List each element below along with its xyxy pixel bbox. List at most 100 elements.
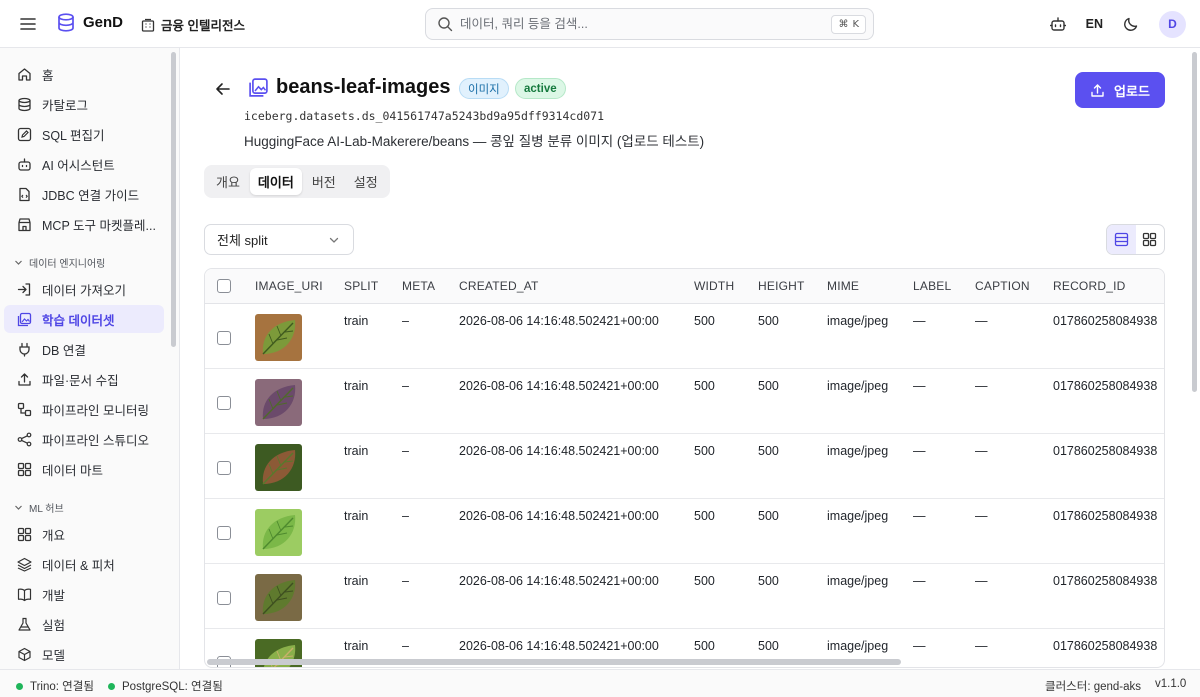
sidebar-item-experiments[interactable]: 실험	[4, 610, 164, 638]
sidebar-item-data-features[interactable]: 데이터 & 피처	[4, 550, 164, 578]
column-header[interactable]: SPLIT	[334, 269, 392, 304]
record-id-cell: 017860258084938	[1043, 563, 1164, 629]
sidebar-item-ml-overview[interactable]: 개요	[4, 520, 164, 548]
column-header[interactable]: WIDTH	[684, 269, 748, 304]
table-row[interactable]: train –2026-08-06 14:16:48.502421+00:00 50…	[205, 563, 1164, 629]
sidebar-item-db-connections[interactable]: DB 연결	[4, 335, 164, 363]
tab-data[interactable]: 데이터	[249, 168, 302, 195]
height-cell: 500	[748, 498, 817, 564]
sidebar-item-mcp-marketplace[interactable]: MCP 도구 마켓플레...	[4, 210, 164, 238]
section-ml-hub[interactable]: ML 허브	[14, 500, 64, 515]
split-cell: train	[334, 563, 392, 629]
language-toggle[interactable]: EN	[1086, 17, 1103, 31]
image-thumbnail[interactable]	[255, 573, 302, 621]
assistant-bot-icon[interactable]	[1044, 10, 1072, 38]
sidebar-item-pipeline-monitoring[interactable]: 파이프라인 모니터링	[4, 395, 164, 423]
sidebar-item-jdbc-guide[interactable]: JDBC 연결 가이드	[4, 180, 164, 208]
file-code-icon	[19, 187, 30, 201]
split-cell: train	[334, 303, 392, 369]
list-view-icon	[1114, 232, 1128, 247]
image-thumbnail[interactable]	[255, 443, 302, 491]
upload-icon	[18, 372, 31, 386]
database-logo-icon	[58, 13, 74, 32]
chevron-down-icon	[15, 260, 22, 265]
global-search[interactable]: ⌘K	[425, 8, 874, 40]
label-cell: —	[903, 433, 965, 499]
database-icon	[18, 97, 31, 111]
table-row[interactable]: train –2026-08-06 14:16:48.502421+00:00 50…	[205, 303, 1164, 369]
record-id-cell: 017860258084938	[1043, 433, 1164, 499]
row-checkbox[interactable]	[217, 330, 231, 345]
image-thumbnail[interactable]	[255, 508, 302, 556]
image-thumbnail[interactable]	[255, 378, 302, 426]
column-header[interactable]: RECORD_ID	[1043, 269, 1164, 304]
image-thumbnail[interactable]	[255, 313, 302, 361]
app-logo[interactable]: GenD	[57, 13, 123, 32]
sidebar-item-ai-assistant[interactable]: AI 어시스턴트	[4, 150, 164, 178]
image-dataset-icon	[248, 77, 269, 101]
width-cell: 500	[684, 368, 748, 434]
mime-cell: image/jpeg	[817, 433, 903, 499]
dark-mode-moon-icon[interactable]	[1117, 10, 1145, 38]
tab-overview[interactable]: 개요	[208, 168, 248, 195]
sidebar-item-models[interactable]: 모델	[4, 640, 164, 668]
workspace-selector[interactable]: 금융 인텔리전스	[141, 15, 245, 34]
label-cell: —	[903, 498, 965, 564]
table-row[interactable]: train –2026-08-06 14:16:48.502421+00:00 50…	[205, 498, 1164, 564]
sidebar-item-catalog[interactable]: 카탈로그	[4, 90, 164, 118]
sidebar-item-pipeline-studio[interactable]: 파이프라인 스튜디오	[4, 425, 164, 453]
grid-view-button[interactable]	[1136, 225, 1165, 254]
select-all-checkbox[interactable]	[217, 278, 231, 293]
tab-settings[interactable]: 설정	[346, 168, 386, 195]
meta-cell: –	[392, 303, 449, 369]
sidebar-item-training-datasets[interactable]: 학습 데이터셋	[4, 305, 164, 333]
table-row[interactable]: train –2026-08-06 14:16:48.502421+00:00 50…	[205, 368, 1164, 434]
table-view-button[interactable]	[1107, 225, 1136, 254]
sidebar-item-data-import[interactable]: 데이터 가져오기	[4, 275, 164, 303]
column-header[interactable]: MIME	[817, 269, 903, 304]
chevron-down-icon	[15, 505, 22, 510]
sidebar-item-data-mart[interactable]: 데이터 마트	[4, 455, 164, 483]
mime-cell: image/jpeg	[817, 303, 903, 369]
column-header[interactable]: IMAGE_URI	[245, 269, 334, 304]
building-icon	[141, 18, 155, 32]
search-input[interactable]	[460, 17, 820, 31]
upload-button[interactable]: 업로드	[1075, 72, 1165, 108]
row-checkbox[interactable]	[217, 460, 231, 475]
section-data-engineering[interactable]: 데이터 엔지니어링	[14, 255, 105, 270]
column-header[interactable]: CAPTION	[965, 269, 1043, 304]
row-checkbox[interactable]	[217, 395, 231, 410]
sidebar-item-file-ingest[interactable]: 파일·문서 수집	[4, 365, 164, 393]
dataset-fqn: iceberg.datasets.ds_041561747a5243bd9a95…	[244, 109, 605, 123]
split-filter-select[interactable]: 전체 split	[204, 224, 354, 255]
column-header[interactable]: META	[392, 269, 449, 304]
chevron-down-icon	[329, 237, 339, 243]
caption-cell: —	[965, 368, 1043, 434]
sidebar-scrollbar[interactable]	[171, 52, 176, 347]
column-header[interactable]: CREATED_AT	[449, 269, 684, 304]
sidebar-item-home[interactable]: 홈	[4, 60, 164, 88]
data-table-container[interactable]: IMAGE_URI SPLIT META CREATED_AT WIDTH HE…	[204, 268, 1165, 668]
sidebar-item-sql-editor[interactable]: SQL 편집기	[4, 120, 164, 148]
split-cell: train	[334, 433, 392, 499]
back-arrow-icon[interactable]	[213, 79, 233, 99]
grid-icon	[17, 527, 32, 541]
store-icon	[18, 217, 31, 231]
menu-icon[interactable]	[18, 14, 38, 34]
main-vertical-scrollbar[interactable]	[1192, 52, 1197, 392]
table-row[interactable]: train –2026-08-06 14:16:48.502421+00:00 50…	[205, 433, 1164, 499]
column-header[interactable]: HEIGHT	[748, 269, 817, 304]
table-horizontal-scrollbar[interactable]	[207, 659, 901, 665]
row-checkbox[interactable]	[217, 525, 231, 540]
search-icon	[438, 17, 453, 32]
plug-icon	[19, 342, 30, 357]
user-avatar[interactable]: D	[1159, 10, 1186, 38]
row-checkbox[interactable]	[217, 590, 231, 605]
status-bar: Trino: 연결됨 PostgreSQL: 연결됨 클러스터: gend-ak…	[0, 669, 1200, 697]
tab-versions[interactable]: 버전	[304, 168, 344, 195]
sidebar-item-development[interactable]: 개발	[4, 580, 164, 608]
width-cell: 500	[684, 433, 748, 499]
height-cell: 500	[748, 303, 817, 369]
column-header[interactable]: LABEL	[903, 269, 965, 304]
book-icon	[17, 588, 32, 601]
